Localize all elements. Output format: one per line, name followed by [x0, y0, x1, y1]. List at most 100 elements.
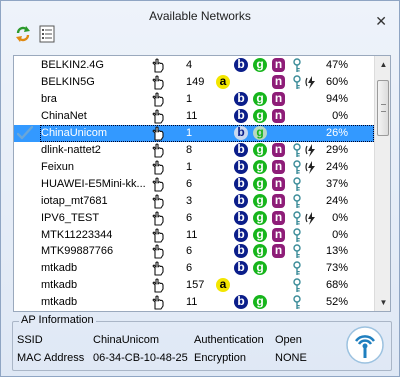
encryption-label: Encryption: [194, 352, 246, 364]
mode-b-badge-icon: b: [234, 142, 248, 157]
security-key-icon: [292, 58, 302, 73]
network-channel: 149: [186, 75, 205, 88]
network-row[interactable]: bra 1 b g n 94%: [14, 91, 374, 108]
signal-strength: 29%: [325, 143, 348, 156]
connect-hand-icon[interactable]: [151, 244, 165, 259]
connect-hand-icon[interactable]: [151, 210, 165, 226]
security-key-icon: [292, 143, 302, 158]
network-ssid: mtkadb: [41, 262, 78, 275]
network-ssid: dlink-nattet2: [41, 143, 101, 156]
network-ssid: Feixun: [41, 160, 75, 173]
network-ssid: IPV6_TEST: [41, 211, 100, 224]
signal-strength: 52%: [325, 296, 348, 309]
mode-g-badge-icon: g: [253, 108, 267, 123]
scroll-down-arrow[interactable]: ▼: [375, 294, 390, 311]
network-ssid: mtkadb: [41, 296, 78, 309]
network-list[interactable]: BELKIN2.4G 4 b g n 47% BELKIN5G 149 a n 60% bra 1 b g n…: [13, 55, 391, 312]
connect-hand-icon[interactable]: [151, 58, 165, 73]
network-row[interactable]: mtkadb 6 b g 73%: [14, 260, 374, 277]
signal-strength: 24%: [325, 194, 348, 207]
mode-g-badge-icon: g: [253, 159, 267, 174]
connect-hand-icon[interactable]: [151, 109, 165, 124]
network-channel: 1: [186, 92, 193, 105]
network-row[interactable]: mtkadb 157 a 68%: [14, 277, 374, 294]
network-ssid: ChinaUnicom: [41, 126, 108, 139]
connect-hand-icon[interactable]: [151, 160, 165, 175]
network-channel: 1: [186, 160, 193, 173]
signal-strength: 68%: [325, 279, 348, 292]
mode-b-badge-icon: b: [234, 58, 248, 72]
mode-g-badge-icon: g: [253, 210, 267, 225]
mode-b-badge-icon: b: [234, 295, 248, 310]
scroll-thumb[interactable]: [377, 80, 389, 136]
network-ssid: BELKIN2.4G: [41, 59, 104, 71]
vertical-scrollbar[interactable]: ▲ ▼: [374, 56, 390, 311]
connect-hand-icon[interactable]: [151, 143, 165, 158]
security-key-icon: [292, 227, 302, 243]
mac-address-value: 06-34-CB-10-48-25: [93, 352, 188, 364]
network-ssid: MTK99887766: [41, 245, 114, 258]
mode-b-badge-icon: b: [234, 176, 248, 191]
security-key-icon: [292, 159, 302, 175]
network-row[interactable]: BELKIN2.4G 4 b g n 47%: [14, 57, 374, 74]
mode-n-badge-icon: n: [272, 74, 285, 89]
network-row[interactable]: BELKIN5G 149 a n 60%: [14, 74, 374, 91]
network-channel: 4: [186, 59, 193, 71]
mode-n-badge-icon: n: [272, 193, 285, 208]
connect-hand-icon[interactable]: [151, 177, 165, 192]
network-ssid: BELKIN5G: [41, 75, 95, 88]
mode-g-badge-icon: g: [253, 142, 267, 157]
connect-hand-icon[interactable]: [151, 227, 165, 243]
connect-hand-icon[interactable]: [151, 194, 165, 209]
network-row[interactable]: IPV6_TEST 6 b g n 0%: [14, 210, 374, 227]
network-row[interactable]: Feixun 1 b g n 24%: [14, 159, 374, 176]
connect-hand-icon[interactable]: [151, 278, 165, 293]
network-ssid: mtkadb: [41, 279, 78, 292]
mode-n-badge-icon: n: [272, 210, 285, 225]
connect-hand-icon[interactable]: [151, 295, 165, 310]
access-point-icon: [345, 325, 385, 365]
mode-g-badge-icon: g: [253, 295, 267, 310]
signal-strength: 0%: [332, 228, 348, 241]
refresh-icon[interactable]: [14, 25, 32, 43]
network-channel: 3: [186, 194, 193, 207]
mode-n-badge-icon: n: [272, 159, 285, 174]
signal-strength: 94%: [325, 92, 348, 105]
mode-n-badge-icon: n: [272, 176, 285, 191]
connect-hand-icon[interactable]: [151, 75, 165, 90]
signal-strength: 60%: [325, 75, 348, 88]
network-channel: 6: [186, 245, 193, 258]
signal-strength: 24%: [325, 160, 348, 173]
network-row[interactable]: ChinaNet 11 b g n 0%: [14, 108, 374, 125]
network-row[interactable]: MTK11223344 11 b g n 0%: [14, 227, 374, 244]
network-ssid: iotap_mt7681: [41, 194, 108, 207]
connect-hand-icon[interactable]: [151, 126, 165, 141]
network-row[interactable]: mtkadb 11 b g 52%: [14, 294, 374, 311]
security-key-icon: [292, 278, 302, 293]
network-row[interactable]: MTK99887766 6 b g n 13%: [14, 243, 374, 260]
mode-n-badge-icon: n: [272, 142, 285, 157]
network-channel: 1: [186, 126, 193, 139]
signal-strength: 47%: [325, 59, 348, 71]
signal-strength: 0%: [332, 211, 348, 224]
network-row[interactable]: dlink-nattet2 8 b g n 29%: [14, 142, 374, 159]
network-ssid: MTK11223344: [41, 228, 113, 241]
close-button[interactable]: ✕: [375, 14, 387, 28]
window-title: Available Networks: [149, 9, 251, 23]
connect-hand-icon[interactable]: [151, 92, 165, 107]
list-view-icon[interactable]: [38, 25, 56, 43]
mode-b-badge-icon: b: [234, 244, 248, 259]
mode-b-badge-icon: b: [234, 261, 248, 276]
network-row[interactable]: ChinaUnicom 1 b g 26%: [14, 124, 374, 142]
connect-hand-icon[interactable]: [151, 261, 165, 276]
mode-n-badge-icon: n: [272, 58, 285, 72]
mode-a-badge-icon: a: [216, 278, 230, 293]
network-row[interactable]: HUAWEI-E5Mini-kk... 6 b g n 37%: [14, 176, 374, 193]
network-row[interactable]: iotap_mt7681 3 b g n 24%: [14, 193, 374, 210]
scroll-up-arrow[interactable]: ▲: [375, 56, 390, 73]
network-ssid: HUAWEI-E5Mini-kk...: [41, 177, 146, 190]
ssid-label: SSID: [17, 334, 43, 346]
mode-b-badge-icon: b: [234, 108, 248, 123]
security-key-icon: [292, 193, 302, 209]
encryption-value: NONE: [275, 352, 307, 364]
